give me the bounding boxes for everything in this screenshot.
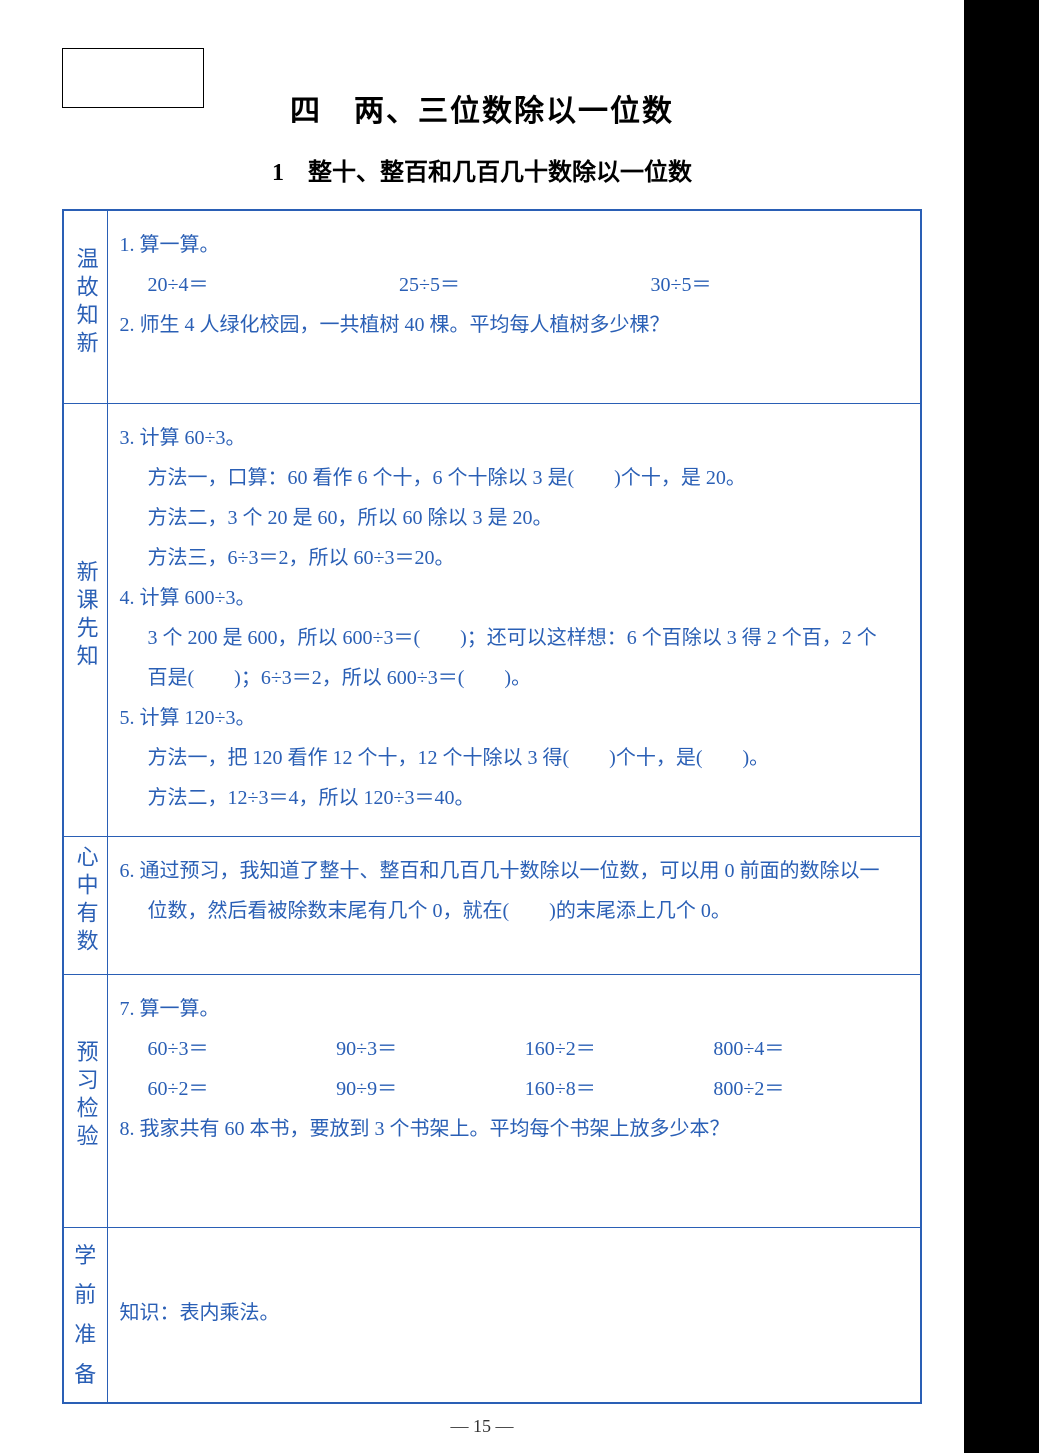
q7-row2: 60÷2＝ 90÷9＝ 160÷8＝ 800÷2＝: [120, 1069, 903, 1109]
section-summary-content: 6. 通过预习，我知道了整十、整百和几百几十数除以一位数，可以用 0 前面的数除…: [107, 837, 921, 975]
q4-line2: 百是( )；6÷3＝2，所以 600÷3＝( )。: [120, 658, 903, 698]
q5-m1: 方法一，把 120 看作 12 个十，12 个十除以 3 得( )个十，是( )…: [120, 738, 903, 778]
q8-text: 8. 我家共有 60 本书，要放到 3 个书架上。平均每个书架上放多少本？: [120, 1109, 903, 1149]
section-check-row: 预习检验 7. 算一算。 60÷3＝ 90÷3＝ 160÷2＝ 800÷4＝ 6…: [63, 974, 921, 1227]
section-label-check: 预习检验: [63, 974, 107, 1227]
q1-items: 20÷4＝ 25÷5＝ 30÷5＝: [120, 265, 903, 305]
q5-m2: 方法二，12÷3＝4，所以 120÷3＝40。: [120, 778, 903, 818]
page-area: 四 两、三位数除以一位数 1 整十、整百和几百几十数除以一位数 温故知新 1. …: [0, 0, 964, 1453]
q7-r2a: 60÷2＝: [148, 1069, 337, 1109]
section-label-new: 新课先知: [63, 404, 107, 837]
q3-m2: 方法二，3 个 20 是 60，所以 60 除以 3 是 20。: [120, 498, 903, 538]
q7-r1a: 60÷3＝: [148, 1029, 337, 1069]
q7-row1: 60÷3＝ 90÷3＝ 160÷2＝ 800÷4＝: [120, 1029, 903, 1069]
q6-line1: 6. 通过预习，我知道了整十、整百和几百几十数除以一位数，可以用 0 前面的数除…: [120, 851, 903, 891]
q7-r2c: 160÷8＝: [525, 1069, 714, 1109]
section-label-prep: 学前 准备: [63, 1227, 107, 1403]
q7-heading: 7. 算一算。: [120, 989, 903, 1029]
section-review-row: 温故知新 1. 算一算。 20÷4＝ 25÷5＝ 30÷5＝ 2. 师生 4 人…: [63, 210, 921, 404]
header-blank-box: [62, 48, 204, 108]
section-summary-row: 心中有数 6. 通过预习，我知道了整十、整百和几百几十数除以一位数，可以用 0 …: [63, 837, 921, 975]
section-label-review: 温故知新: [63, 210, 107, 404]
q2-text: 2. 师生 4 人绿化校园，一共植树 40 棵。平均每人植树多少棵？: [120, 305, 903, 345]
q1-heading: 1. 算一算。: [120, 225, 903, 265]
lesson-title: 1 整十、整百和几百几十数除以一位数: [0, 152, 964, 187]
q9-text: 知识：表内乘法。: [120, 1293, 903, 1333]
section-review-content: 1. 算一算。 20÷4＝ 25÷5＝ 30÷5＝ 2. 师生 4 人绿化校园，…: [107, 210, 921, 404]
section-new-row: 新课先知 3. 计算 60÷3。 方法一，口算：60 看作 6 个十，6 个十除…: [63, 404, 921, 837]
section-new-content: 3. 计算 60÷3。 方法一，口算：60 看作 6 个十，6 个十除以 3 是…: [107, 404, 921, 837]
page-number: — 15 —: [0, 1416, 964, 1437]
section-check-content: 7. 算一算。 60÷3＝ 90÷3＝ 160÷2＝ 800÷4＝ 60÷2＝ …: [107, 974, 921, 1227]
q7-r1b: 90÷3＝: [336, 1029, 525, 1069]
section-label-summary: 心中有数: [63, 837, 107, 975]
q1-c: 30÷5＝: [651, 265, 903, 305]
q3-heading: 3. 计算 60÷3。: [120, 418, 903, 458]
q7-r1d: 800÷4＝: [713, 1029, 902, 1069]
q7-r2b: 90÷9＝: [336, 1069, 525, 1109]
q7-r2d: 800÷2＝: [713, 1069, 902, 1109]
q1-b: 25÷5＝: [399, 265, 651, 305]
q6-line2: 位数，然后看被除数末尾有几个 0，就在( )的末尾添上几个 0。: [120, 891, 903, 931]
q3-m3: 方法三，6÷3＝2，所以 60÷3＝20。: [120, 538, 903, 578]
q3-m1: 方法一，口算：60 看作 6 个十，6 个十除以 3 是( )个十，是 20。: [120, 458, 903, 498]
q1-a: 20÷4＝: [148, 265, 400, 305]
worksheet-table: 温故知新 1. 算一算。 20÷4＝ 25÷5＝ 30÷5＝ 2. 师生 4 人…: [62, 209, 922, 1404]
q5-heading: 5. 计算 120÷3。: [120, 698, 903, 738]
section-prep-content: 知识：表内乘法。: [107, 1227, 921, 1403]
q4-heading: 4. 计算 600÷3。: [120, 578, 903, 618]
q7-r1c: 160÷2＝: [525, 1029, 714, 1069]
q4-line1: 3 个 200 是 600，所以 600÷3＝( )；还可以这样想：6 个百除以…: [120, 618, 903, 658]
section-prep-row: 学前 准备 知识：表内乘法。: [63, 1227, 921, 1403]
